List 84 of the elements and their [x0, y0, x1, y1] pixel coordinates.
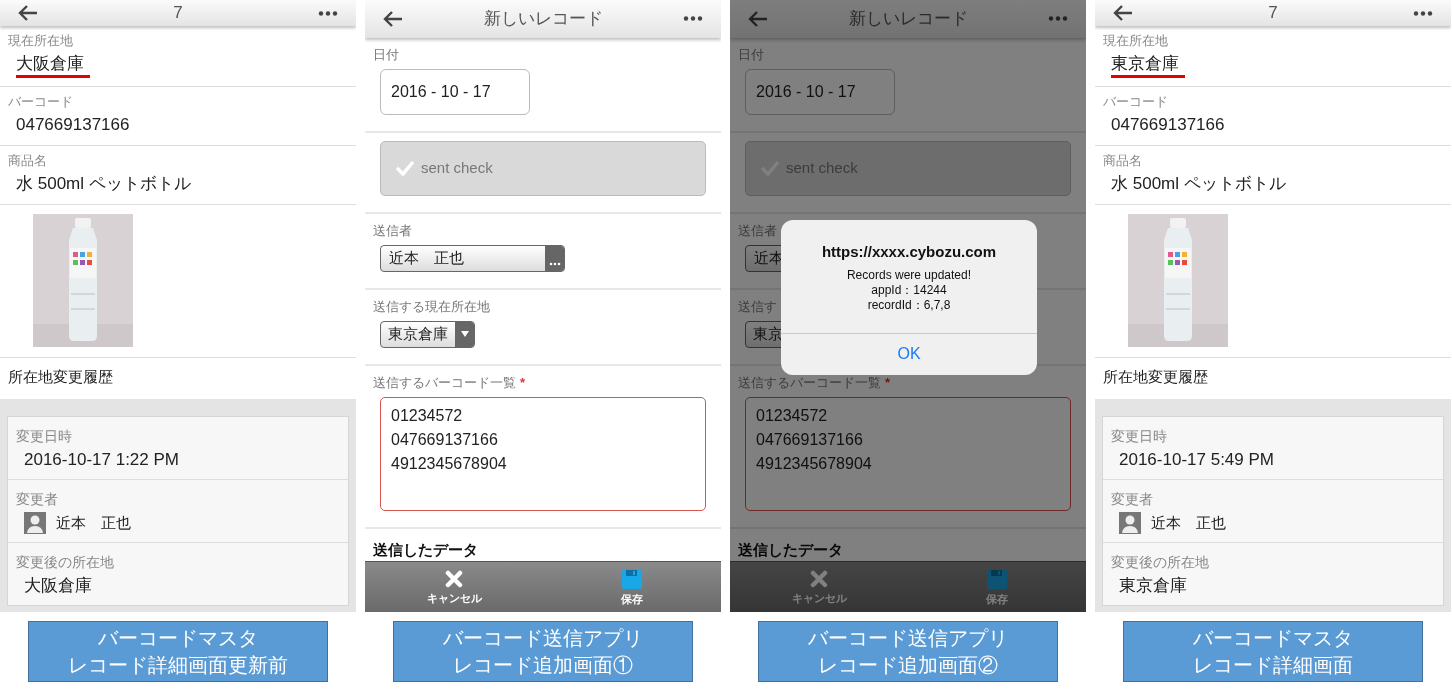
- field-value: 047669137166: [1111, 114, 1225, 137]
- field-label: 現在所在地: [8, 32, 74, 51]
- field-label: 送信する現在所在地: [373, 297, 490, 316]
- caption-line: レコード詳細画面更新前: [68, 652, 288, 678]
- dialog-message: appId：14244: [871, 282, 947, 298]
- caption-line: レコード追加画面①: [453, 652, 633, 678]
- screen-title: 7: [173, 2, 183, 25]
- caption-line: バーコード送信アプリ: [808, 625, 1008, 651]
- save-button[interactable]: 保存: [543, 561, 721, 612]
- field-label: 商品名: [8, 152, 48, 171]
- caption-line: レコード追加画面②: [818, 652, 998, 678]
- field-label: 送信す: [738, 297, 777, 316]
- location-dropdown[interactable]: 東京倉庫: [380, 320, 475, 348]
- caption-line: バーコード送信アプリ: [443, 625, 643, 651]
- back-icon[interactable]: [748, 10, 768, 27]
- cancel-button[interactable]: キャンセル: [365, 561, 543, 612]
- field-label: 現在所在地: [1103, 32, 1169, 51]
- field-value: 2016-10-17 5:49 PM: [1119, 448, 1274, 471]
- dialog-message: Records were updated!: [846, 267, 972, 283]
- more-icon: [545, 245, 564, 271]
- caret-icon: [455, 321, 474, 347]
- required-mark: *: [885, 373, 891, 392]
- more-icon[interactable]: [1048, 16, 1068, 22]
- barcode-textarea[interactable]: 01234572 047669137166 4912345678904: [745, 396, 1071, 511]
- field-value: 東京倉庫: [1111, 53, 1185, 79]
- caption-line: バーコードマスタ: [98, 625, 258, 651]
- section-title: 送信したデータ: [372, 539, 479, 560]
- field-label: 日付: [373, 45, 399, 64]
- subtable-title: 所在地変更履歴: [1102, 367, 1209, 388]
- field-value: 東京倉庫: [1119, 575, 1187, 598]
- field-label: 送信者: [373, 221, 412, 240]
- dialog-message: recordId：6,7,8: [867, 297, 951, 313]
- avatar-icon: [1119, 512, 1141, 535]
- user-picker[interactable]: 近本 正也: [380, 244, 565, 272]
- section-title: 送信したデータ: [737, 539, 844, 560]
- field-label: 日付: [738, 45, 764, 64]
- field-value: 047669137166: [16, 114, 130, 137]
- field-value: 水 500ml ペットボトル: [1111, 173, 1286, 196]
- barcode-line: 01234572: [756, 405, 829, 426]
- subtable-title: 所在地変更履歴: [7, 367, 114, 388]
- close-icon: [445, 569, 463, 588]
- back-icon[interactable]: [383, 10, 403, 27]
- field-label: バーコード: [8, 93, 74, 112]
- save-button[interactable]: 保存: [908, 561, 1086, 612]
- barcode-line: 4912345678904: [391, 453, 508, 474]
- screen-title: 新しいレコード: [483, 8, 603, 31]
- field-label: 送信するバーコード一覧: [373, 373, 516, 392]
- dialog-title: https://xxxx.cybozu.com: [821, 242, 997, 262]
- more-icon[interactable]: [1413, 10, 1433, 16]
- field-label: 変更後の所在地: [16, 553, 115, 572]
- user-name[interactable]: 近本 正也: [56, 511, 131, 535]
- field-label: 変更後の所在地: [1111, 553, 1210, 572]
- field-label: 商品名: [1103, 152, 1143, 171]
- user-name[interactable]: 近本 正也: [1151, 511, 1226, 535]
- field-value: 大阪倉庫: [16, 53, 90, 79]
- back-icon[interactable]: [18, 5, 38, 22]
- close-icon: [810, 569, 828, 588]
- field-value: 水 500ml ペットボトル: [16, 173, 191, 196]
- more-icon[interactable]: [683, 16, 703, 22]
- field-label: 変更日時: [1111, 426, 1168, 445]
- barcode-textarea[interactable]: 01234572 047669137166 4912345678904: [380, 396, 706, 511]
- barcode-line: 047669137166: [391, 429, 499, 450]
- required-mark: *: [520, 373, 526, 392]
- date-field[interactable]: 2016 - 10 - 17: [380, 68, 530, 115]
- barcode-line: 01234572: [391, 405, 464, 426]
- field-label: 変更日時: [16, 426, 73, 445]
- field-value: 大阪倉庫: [24, 575, 92, 598]
- back-icon[interactable]: [1113, 5, 1133, 22]
- screen-title: 7: [1268, 2, 1278, 25]
- barcode-line: 047669137166: [756, 429, 864, 450]
- field-label: 変更者: [1111, 489, 1154, 508]
- caption-line: バーコードマスタ: [1193, 625, 1353, 651]
- screen-title: 新しいレコード: [848, 8, 968, 31]
- cancel-button[interactable]: キャンセル: [730, 561, 908, 612]
- field-label: 送信者: [738, 221, 777, 240]
- check-icon: [395, 160, 415, 177]
- avatar-icon: [24, 512, 46, 535]
- field-label: 変更者: [16, 489, 59, 508]
- field-value: 2016-10-17 1:22 PM: [24, 448, 179, 471]
- date-field[interactable]: 2016 - 10 - 17: [745, 68, 895, 115]
- barcode-line: 4912345678904: [756, 453, 873, 474]
- field-label: バーコード: [1103, 93, 1169, 112]
- more-icon[interactable]: [318, 10, 338, 16]
- caption-line: レコード詳細画面: [1193, 652, 1353, 678]
